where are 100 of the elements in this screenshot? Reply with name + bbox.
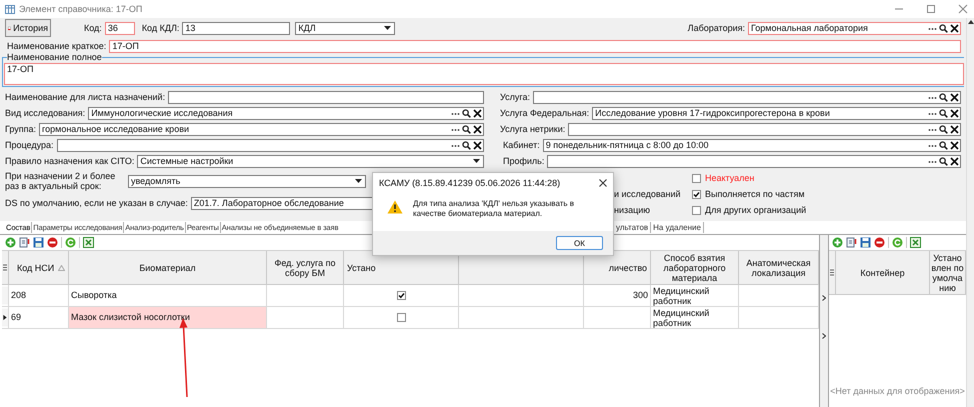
table-cell-text: Медицинский работник [653, 308, 710, 328]
dialog-title: КСАМУ (8.15.89.41239 05.06.2026 11:44:28) [379, 178, 562, 188]
clear-button[interactable] [950, 108, 959, 118]
field-label: Услуга Федеральная: [499, 108, 590, 118]
column-chooser-icon[interactable] [830, 269, 834, 276]
column-header[interactable]: личество [608, 262, 647, 272]
clear-button[interactable] [473, 140, 482, 150]
input-field[interactable]: 13 [182, 22, 290, 34]
column-chooser-icon[interactable] [3, 264, 7, 271]
table-cell-text: Медицинский работник [653, 286, 710, 306]
lookup-field[interactable]: Иммунологические исследования [88, 106, 484, 120]
search-button[interactable] [462, 124, 471, 134]
checkbox[interactable] [692, 190, 701, 198]
field-label: Наименование для листа назначений: [5, 92, 166, 102]
table-cell: Мазок слизистой носоглотки [71, 312, 190, 323]
edit-icon[interactable] [19, 237, 30, 248]
window-icon [5, 4, 15, 14]
table-cell: Сыворотка [71, 290, 117, 301]
scrollbar[interactable] [966, 18, 974, 407]
checkbox[interactable] [692, 206, 701, 214]
clear-button[interactable] [950, 92, 959, 102]
field-label: Вид исследования: [5, 108, 86, 118]
expand-icon[interactable] [822, 295, 826, 301]
checkbox[interactable] [396, 291, 406, 300]
lookup-field[interactable] [568, 122, 961, 136]
add-icon[interactable] [5, 237, 16, 248]
clear-button[interactable] [950, 156, 959, 166]
refresh-icon[interactable] [65, 237, 76, 248]
checkbox-label: низацию [614, 204, 650, 216]
column-header[interactable]: Устано [347, 262, 376, 272]
column-header[interactable]: Установлен по умолчанию [931, 252, 964, 292]
table-row[interactable]: 69 Мазок слизистой носоглотки Медицинский работник [2, 307, 819, 329]
field-label: Группа: [5, 124, 36, 134]
lookup-field[interactable]: Гормональная лаборатория [748, 22, 961, 34]
field-label: Код: [84, 22, 102, 34]
field-label: Правило назначения как CITO: [5, 156, 134, 166]
search-button[interactable] [462, 140, 471, 150]
lookup-field[interactable] [56, 138, 484, 152]
search-button[interactable] [939, 156, 948, 166]
dropdown-caret-icon [355, 179, 362, 183]
search-button[interactable] [939, 24, 948, 32]
add-icon[interactable] [832, 237, 843, 248]
clear-button[interactable] [473, 108, 482, 118]
clear-button[interactable] [473, 124, 482, 134]
checkbox-label: Выполняется по частям [705, 188, 805, 200]
refresh-icon[interactable] [892, 237, 903, 248]
search-button[interactable] [939, 108, 948, 118]
lookup-field[interactable]: Исследование уровня 17-гидроксипрогестерона в крови [592, 106, 961, 120]
close-button[interactable] [599, 179, 607, 187]
ok-button[interactable]: ОК [556, 236, 603, 250]
dropdown-field[interactable]: уведомлять [128, 174, 366, 188]
checkbox-label: Для других организаций [705, 204, 806, 216]
save-icon[interactable] [33, 237, 44, 248]
field-label: Профиль: [502, 156, 544, 166]
clear-button[interactable] [950, 24, 959, 32]
field-label: Код КДЛ: [142, 22, 180, 34]
scroll-up-icon[interactable] [968, 20, 974, 24]
input-field[interactable] [168, 90, 484, 104]
table-cell: 300 [632, 290, 648, 301]
maximize-button[interactable] [926, 4, 936, 14]
text-area[interactable]: 17-ОП [4, 63, 964, 85]
lookup-field[interactable] [532, 90, 961, 104]
history-button[interactable]: История [5, 19, 51, 37]
input-field[interactable]: 36 [104, 22, 135, 34]
field-label: Процедура: [5, 140, 54, 150]
lookup-field[interactable]: 9 понедельник-пятница с 8:00 до 10:00 [542, 138, 961, 152]
group-label: Наименование полное [7, 52, 102, 62]
column-header[interactable]: Способ взятия лабораторного материала [654, 252, 735, 282]
excel-icon[interactable] [910, 237, 921, 248]
dropdown-field[interactable]: Системные настройки [137, 154, 484, 168]
delete-icon[interactable] [874, 237, 885, 248]
dropdown-caret-icon [473, 159, 480, 163]
delete-icon[interactable] [47, 237, 58, 248]
search-button[interactable] [939, 140, 948, 150]
column-header[interactable]: Фед. услуга по сбору БМ [270, 258, 340, 278]
row-indicator[interactable] [2, 307, 9, 328]
clear-button[interactable] [950, 124, 959, 134]
edit-icon[interactable] [846, 237, 857, 248]
search-button[interactable] [462, 108, 471, 118]
checkbox[interactable] [396, 313, 406, 322]
tab[interactable]: На удаление [651, 222, 704, 233]
save-icon[interactable] [860, 237, 871, 248]
checkbox[interactable] [692, 174, 701, 182]
lookup-field[interactable]: гормональное исследование крови [39, 122, 484, 136]
column-header[interactable]: Код НСИ [17, 262, 54, 272]
column-header[interactable]: Контейнер [860, 268, 905, 278]
dialog-message: Для типа анализа 'КДЛ' нельзя указывать в качестве биоматериала материал. [413, 199, 576, 219]
expand-icon[interactable] [822, 333, 826, 339]
lookup-field[interactable] [547, 154, 961, 168]
column-header[interactable]: Биоматериал [139, 262, 196, 272]
search-button[interactable] [939, 92, 948, 102]
column-header[interactable]: Анатомическая локализация [742, 258, 815, 278]
input-field[interactable]: 17-ОП [109, 40, 961, 53]
excel-icon[interactable] [83, 237, 94, 248]
search-button[interactable] [939, 124, 948, 134]
table-cell: 208 [11, 290, 26, 301]
warning-icon [387, 200, 403, 214]
window-title: Элемент справочника: 17-ОП [19, 4, 142, 14]
clear-button[interactable] [950, 140, 959, 150]
dropdown-field[interactable]: КДЛ [295, 22, 396, 34]
